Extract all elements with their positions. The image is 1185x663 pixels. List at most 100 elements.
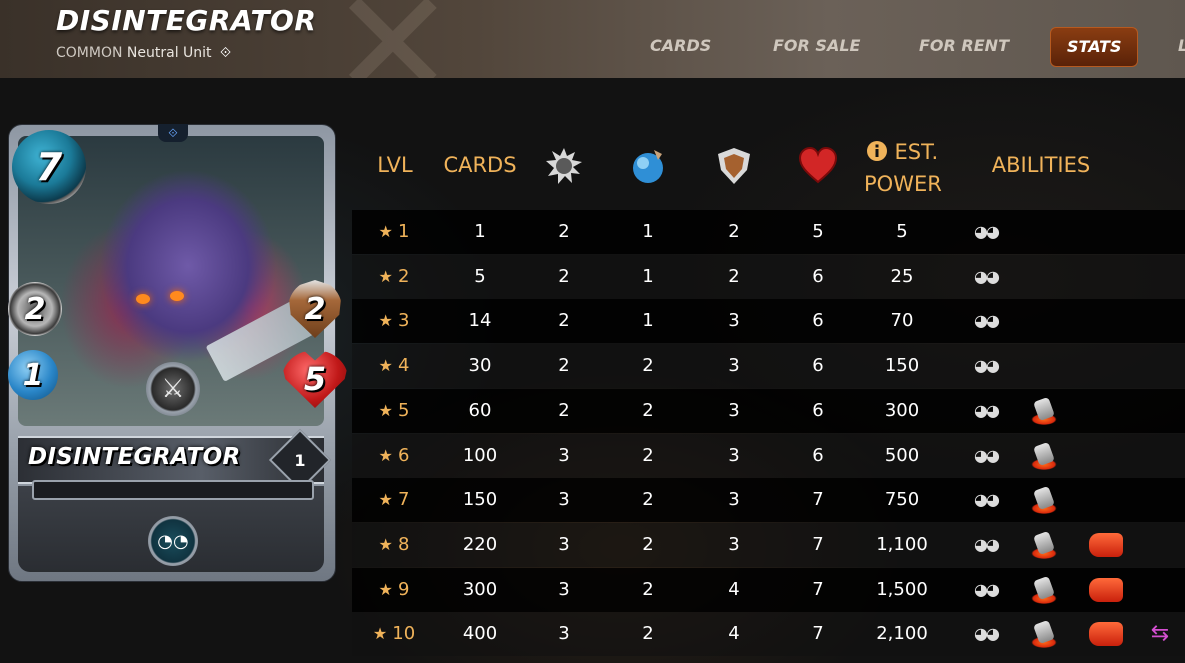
blind-ability-icon[interactable]: ◕◕	[966, 486, 1006, 514]
table-row: ★ 8 220 3 2 3 7 1,100 ◕◕	[352, 522, 1185, 567]
level-value: 1	[397, 221, 410, 242]
attack-cell: 2	[558, 310, 570, 332]
level-cell: ★ 1	[366, 210, 422, 254]
tab-cards[interactable]: CARDS	[650, 27, 711, 65]
shatter-ability-icon[interactable]	[1024, 396, 1064, 425]
monster-card[interactable]: ⟐ 7 2 1 2 5 ⚔ DISINTEGRATOR 1 ◔◔	[8, 124, 348, 582]
knock-out-ability-icon[interactable]	[1086, 576, 1126, 604]
header-abilities: ABILITIES	[991, 153, 1091, 177]
shatter-ability-icon[interactable]	[1024, 441, 1064, 470]
level-cell: ★ 2	[366, 255, 422, 299]
mana-cost: 7	[12, 130, 86, 204]
page-title: DISINTEGRATOR	[56, 4, 317, 37]
knock-out-ability-icon[interactable]	[1086, 620, 1126, 648]
speed-icon	[633, 150, 663, 183]
tab-for-sale[interactable]: FOR SALE	[773, 27, 860, 65]
power-cell: 500	[884, 444, 920, 466]
rarity-label: COMMON	[56, 45, 123, 61]
table-row: ★ 4 30 2 2 3 6 150 ◕◕	[352, 344, 1185, 389]
speed-stat: 1	[8, 350, 58, 400]
power-cell: 1,500	[876, 578, 928, 600]
level-value: 5	[397, 399, 410, 421]
tab-stats[interactable]: STATS	[1050, 27, 1139, 67]
blind-ability-icon[interactable]: ◕◕	[966, 218, 1006, 246]
table-row: ★ 1 1 2 1 2 5 5 ◕◕	[352, 210, 1185, 254]
blind-ability-icon[interactable]: ◕◕	[966, 620, 1006, 648]
monster-eye-right	[170, 291, 184, 301]
header-est-power: EST. POWER	[864, 136, 942, 200]
star-icon: ★	[378, 534, 398, 554]
armor-cell: 3	[728, 310, 740, 332]
attack-cell: 3	[558, 444, 570, 466]
card-level: 1	[294, 450, 306, 470]
level-value: 8	[397, 533, 410, 555]
health-cell: 6	[812, 265, 824, 287]
level-cell: ★ 9	[366, 568, 422, 612]
header-power-line1: EST.	[894, 140, 939, 164]
attack-cell: 3	[558, 533, 570, 555]
level-cell: ★ 8	[366, 523, 422, 567]
return-fire-ability-icon[interactable]: ⇆	[1140, 620, 1180, 648]
armor-cell: 2	[728, 265, 740, 287]
table-row: ★ 9 300 3 2 4 7 1,500 ◕◕	[352, 567, 1185, 612]
card-name: DISINTEGRATOR	[28, 444, 241, 470]
shatter-ability-icon[interactable]	[1024, 530, 1064, 559]
blind-ability-icon[interactable]: ◕◕	[966, 307, 1006, 335]
speed-cell: 2	[642, 444, 654, 466]
blind-ability-icon[interactable]: ◕◕	[966, 352, 1006, 380]
health-icon	[798, 146, 838, 184]
power-cell: 25	[890, 265, 914, 287]
star-icon: ★	[378, 311, 398, 331]
level-value: 9	[397, 578, 410, 600]
eyes-icon: ◔◔	[148, 516, 198, 566]
level-value: 6	[397, 444, 410, 466]
knock-out-ability-icon[interactable]	[1086, 531, 1126, 559]
blind-ability-icon[interactable]: ◕◕	[966, 263, 1006, 291]
cards-cell: 220	[462, 533, 498, 555]
tab-for-rent[interactable]: FOR RENT	[919, 27, 1009, 65]
level-cell: ★ 7	[366, 478, 422, 522]
health-cell: 7	[812, 623, 824, 645]
attack-cell: 2	[558, 265, 570, 287]
health-cell: 6	[812, 444, 824, 466]
attack-cell: 3	[558, 578, 570, 600]
health-cell: 7	[812, 578, 824, 600]
attack-cell: 3	[558, 489, 570, 511]
blind-ability-icon[interactable]: ◕◕	[966, 397, 1006, 425]
melee-attack-icon	[546, 148, 582, 184]
shatter-ability-icon[interactable]	[1024, 486, 1064, 515]
monster-eye-left	[136, 294, 150, 304]
speed-cell: 2	[642, 399, 654, 421]
shatter-ability-icon[interactable]	[1024, 575, 1064, 604]
speed-cell: 2	[642, 533, 654, 555]
attack-cell: 2	[558, 355, 570, 377]
level-cell: ★ 6	[366, 434, 422, 478]
armor-cell: 3	[728, 489, 740, 511]
info-icon[interactable]	[866, 140, 888, 162]
table-row: ★ 3 14 2 1 3 6 70 ◕◕	[352, 299, 1185, 344]
level-value: 7	[397, 489, 410, 511]
type-label: Neutral Unit	[126, 45, 212, 61]
health-cell: 7	[812, 489, 824, 511]
melee-attack-stat: 2	[8, 282, 62, 336]
armor-cell: 3	[728, 355, 740, 377]
speed-cell: 2	[642, 623, 654, 645]
level-value: 3	[397, 310, 410, 332]
tab-overflow[interactable]: L	[1178, 27, 1185, 65]
armor-cell: 2	[728, 221, 740, 242]
shatter-ability-icon[interactable]	[1024, 620, 1064, 649]
level-value: 4	[397, 355, 410, 377]
blind-ability-icon[interactable]: ◕◕	[966, 442, 1006, 470]
header-lvl: LVL	[377, 153, 413, 177]
cards-cell: 300	[462, 578, 498, 600]
health-cell: 6	[812, 355, 824, 377]
attack-cell: 2	[558, 399, 570, 421]
health-cell: 5	[812, 221, 824, 242]
power-cell: 300	[884, 399, 920, 421]
header-watermark-icon: ✕	[330, 0, 530, 78]
power-cell: 1,100	[876, 533, 928, 555]
blind-ability-icon[interactable]: ◕◕	[966, 531, 1006, 559]
cards-cell: 400	[462, 623, 498, 645]
blind-ability-icon[interactable]: ◕◕	[966, 576, 1006, 604]
neutral-element-icon: ⟐	[219, 45, 232, 61]
